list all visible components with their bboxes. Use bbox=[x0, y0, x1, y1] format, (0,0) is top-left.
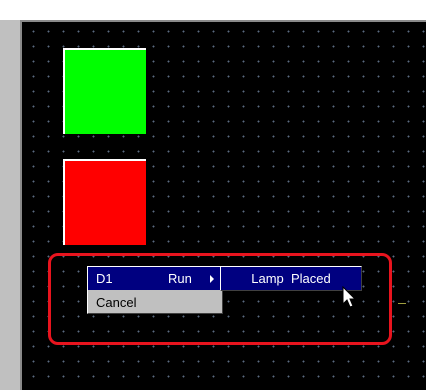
submenu-arrow-icon bbox=[210, 275, 214, 283]
connection-line bbox=[398, 303, 406, 304]
context-submenu: Lamp Placed bbox=[220, 266, 362, 291]
menu-item-d1-run[interactable]: D1 Run bbox=[88, 267, 222, 290]
mouse-pointer-icon bbox=[342, 286, 357, 308]
submenu-item-lamp-placed[interactable]: Lamp Placed bbox=[221, 267, 361, 290]
top-strip bbox=[0, 0, 426, 20]
context-menu: D1 Run Cancel bbox=[87, 266, 223, 314]
menu-item-action: Run bbox=[168, 271, 192, 286]
red-lamp[interactable] bbox=[63, 159, 146, 245]
menu-item-cancel[interactable]: Cancel bbox=[88, 290, 222, 313]
application-window: D1 Run Cancel Lamp Placed bbox=[0, 0, 426, 390]
submenu-item-label: Lamp Placed bbox=[251, 271, 331, 286]
menu-item-label: Cancel bbox=[96, 295, 137, 310]
menu-item-label: D1 bbox=[96, 271, 113, 286]
green-lamp[interactable] bbox=[63, 48, 146, 134]
